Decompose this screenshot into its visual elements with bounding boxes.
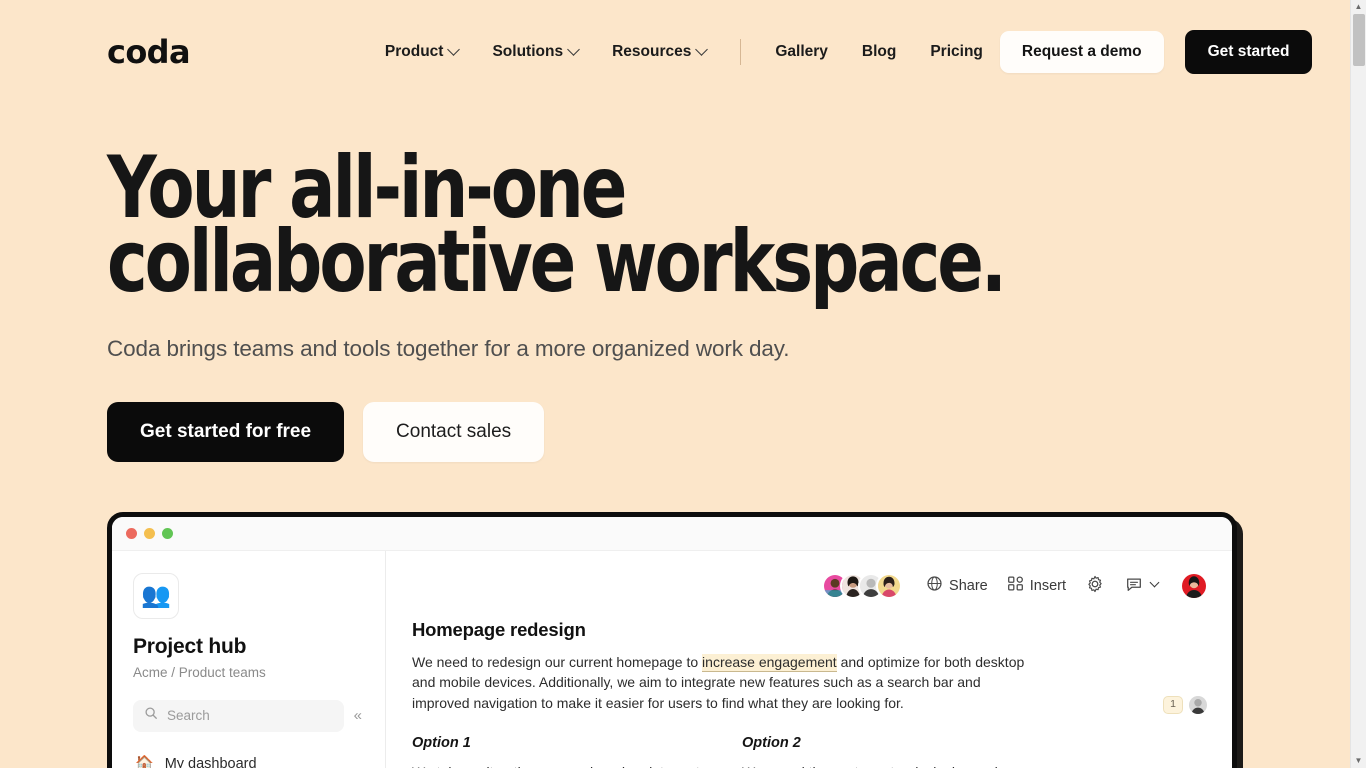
app-mockup-wrapper: 👥 Project hub Acme / Product teams Searc… (107, 511, 1237, 768)
page-content: coda Product Solutions Resources Gallery… (0, 0, 1350, 768)
scroll-up-arrow-icon[interactable]: ▲ (1351, 1, 1366, 13)
comment-count-badge: 1 (1163, 695, 1183, 714)
nav-item-label: Product (384, 43, 444, 60)
window-close-icon[interactable] (126, 527, 137, 539)
hero-section: Your all-in-one collaborative workspace.… (0, 104, 1350, 462)
nav-divider (740, 39, 742, 65)
get-started-free-button[interactable]: Get started for free (107, 401, 345, 462)
insert-label: Insert (1029, 577, 1066, 594)
collaborator-avatars[interactable] (822, 572, 903, 599)
hero-subtitle: Coda brings teams and tools together for… (107, 335, 790, 361)
window-minimize-icon[interactable] (144, 527, 155, 539)
chevron-down-icon (1149, 577, 1160, 588)
nav-item-pricing[interactable]: Pricing (913, 35, 1000, 69)
nav-item-label: Resources (612, 43, 692, 60)
nav-item-resources[interactable]: Resources (595, 35, 723, 69)
globe-icon (926, 575, 943, 596)
option-text: We spend the next quarter designing and … (742, 762, 1044, 768)
get-started-button[interactable]: Get started (1184, 30, 1313, 74)
browser-viewport: coda Product Solutions Resources Gallery… (0, 0, 1366, 768)
breadcrumb: Acme / Product teams (133, 664, 266, 680)
nav-item-blog[interactable]: Blog (845, 35, 913, 69)
page-scrollbar[interactable]: ▲ ▼ (1350, 0, 1366, 768)
window-maximize-icon[interactable] (162, 527, 173, 539)
busts-in-silhouette-icon: 👥 (133, 572, 179, 619)
search-box[interactable] (133, 699, 344, 732)
share-button[interactable]: Share (923, 572, 991, 599)
sidebar-search-row: « (133, 699, 364, 732)
comments-button[interactable] (1121, 571, 1162, 601)
option-column-1: Option 1 We take an iterative approach a… (412, 735, 742, 768)
mockup-titlebar (112, 516, 1232, 551)
option-title: Option 2 (742, 734, 801, 751)
settings-button[interactable] (1082, 571, 1108, 601)
comment-bubble-icon (1125, 575, 1143, 597)
nav-item-label: Solutions (492, 43, 564, 60)
header-actions: Request a demo Get started (999, 30, 1313, 74)
avatar (876, 572, 903, 599)
scrollbar-thumb[interactable] (1353, 14, 1365, 66)
highlighted-text[interactable]: increase engagement (702, 653, 837, 672)
document-heading: Homepage redesign (412, 618, 586, 640)
nav-item-gallery[interactable]: Gallery (758, 35, 845, 69)
app-sidebar: 👥 Project hub Acme / Product teams Searc… (112, 550, 386, 768)
chevron-down-icon (695, 42, 709, 56)
chevron-double-left-icon[interactable]: « (352, 706, 364, 725)
house-icon: 🏠 (135, 755, 154, 768)
gear-icon (1086, 575, 1104, 597)
site-header: coda Product Solutions Resources Gallery… (0, 0, 1350, 104)
search-input[interactable] (167, 708, 333, 724)
chevron-down-icon (567, 42, 580, 56)
coda-logo[interactable]: coda (107, 36, 191, 68)
mockup-body: 👥 Project hub Acme / Product teams Searc… (112, 550, 1232, 768)
option-title: Option 1 (412, 734, 471, 751)
comment-marker[interactable]: 1 (1163, 694, 1208, 715)
search-icon (144, 706, 158, 725)
doc-title: Project hub (133, 634, 247, 658)
contact-sales-button[interactable]: Contact sales (363, 401, 545, 462)
main-navigation: Product Solutions Resources Gallery Blog… (368, 35, 1000, 69)
grid-plus-icon (1007, 575, 1024, 596)
nav-item-solutions[interactable]: Solutions (475, 35, 595, 69)
sidebar-item-my-dashboard[interactable]: 🏠 My dashboard (133, 753, 364, 768)
comment-author-avatar (1188, 694, 1208, 715)
share-label: Share (949, 577, 988, 594)
scroll-down-arrow-icon[interactable]: ▼ (1351, 755, 1366, 767)
request-demo-button[interactable]: Request a demo (999, 31, 1164, 73)
nav-item-product[interactable]: Product (368, 35, 476, 69)
account-avatar[interactable] (1180, 571, 1208, 600)
document-toolbar: Share Insert (412, 569, 1208, 603)
app-mockup-window: 👥 Project hub Acme / Product teams Searc… (107, 511, 1237, 768)
document-pane: Share Insert Homepage redesign We need t… (386, 551, 1232, 768)
option-text: We take an iterative approach and update… (412, 762, 714, 768)
paragraph-text-before: We need to redesign our current homepage… (412, 653, 703, 670)
hero-cta-group: Get started for free Contact sales (107, 401, 1243, 462)
insert-button[interactable]: Insert (1004, 572, 1069, 599)
document-paragraph: We need to redesign our current homepage… (412, 652, 1032, 713)
chevron-down-icon (447, 42, 461, 56)
option-column-2: Option 2 We spend the next quarter desig… (742, 735, 1072, 768)
hero-title: Your all-in-one collaborative workspace. (107, 138, 1007, 312)
sidebar-item-label: My dashboard (164, 755, 257, 768)
options-row: Option 1 We take an iterative approach a… (412, 735, 1072, 768)
